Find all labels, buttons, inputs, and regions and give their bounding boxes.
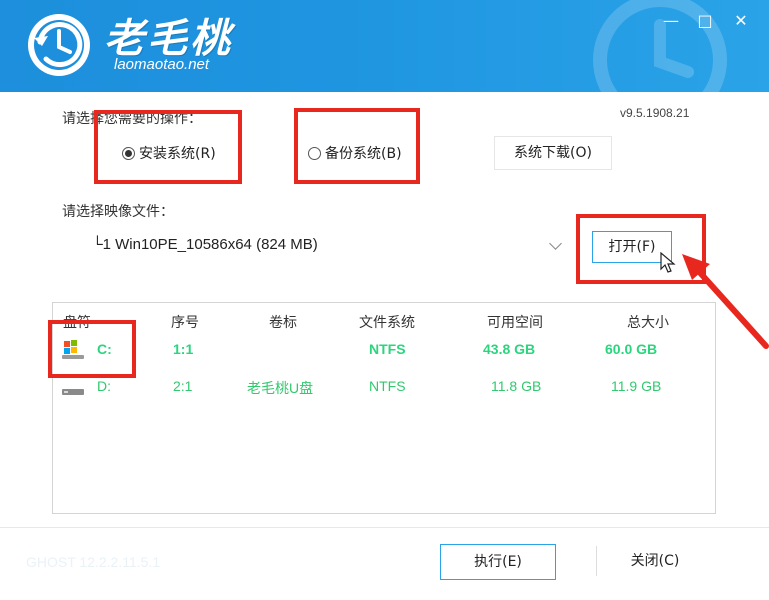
footer-separator (596, 546, 597, 576)
column-header-free-space: 可用空间 (487, 315, 543, 331)
column-header-index: 序号 (171, 315, 199, 331)
column-header-volume: 卷标 (269, 315, 297, 331)
operation-label: 请选择您需要的操作： (62, 111, 202, 127)
column-header-total-size: 总大小 (627, 315, 669, 331)
chevron-down-icon (549, 237, 562, 250)
column-header-filesystem: 文件系统 (359, 315, 415, 331)
row-d-drive[interactable]: D: (97, 378, 111, 394)
close-window-button[interactable]: ✕ (730, 10, 752, 32)
row-d-index[interactable]: 2:1 (173, 378, 192, 394)
install-system-radio[interactable]: 安装系统(R) (122, 143, 216, 163)
partition-table: 盘符 序号 卷标 文件系统 可用空间 总大小 C: 1:1 NTFS 43.8 … (52, 302, 716, 514)
image-file-value: └1 Win10PE_10586x64 (824 MB) (92, 236, 318, 253)
mouse-cursor-icon (660, 252, 676, 273)
system-download-button[interactable]: 系统下载(O) (494, 136, 612, 170)
close-button[interactable]: 关闭(C) (610, 544, 700, 578)
execute-button[interactable]: 执行(E) (440, 544, 556, 580)
row-d-volume[interactable]: 老毛桃U盘 (247, 378, 313, 398)
version-label: v9.5.1908.21 (620, 106, 690, 120)
minimize-button[interactable]: — (660, 10, 682, 32)
row-d-filesystem[interactable]: NTFS (369, 378, 406, 394)
row-d-free-space[interactable]: 11.8 GB (491, 378, 541, 394)
radio-checked-icon (122, 146, 135, 160)
row-c-total-size[interactable]: 60.0 GB (605, 341, 657, 357)
radio-unchecked-icon (308, 146, 321, 160)
logo-clock-icon (28, 14, 90, 76)
windows-drive-icon[interactable] (61, 339, 87, 361)
ghost-version-text: GHOST 12.2.2.11.5.1 (26, 554, 161, 570)
footer-divider (0, 527, 769, 528)
drive-icon[interactable] (61, 377, 87, 399)
backup-system-label: 备份系统(B) (325, 146, 402, 162)
row-c-drive[interactable]: C: (97, 341, 112, 357)
app-header: 老毛桃 laomaotao.net — □ ✕ (0, 0, 769, 92)
maximize-button[interactable]: □ (694, 10, 716, 32)
install-system-label: 安装系统(R) (139, 146, 216, 162)
row-c-index[interactable]: 1:1 (173, 341, 193, 357)
brand-url: laomaotao.net (114, 56, 210, 73)
row-c-free-space[interactable]: 43.8 GB (483, 341, 535, 357)
column-header-drive: 盘符 (63, 315, 91, 331)
backup-system-radio[interactable]: 备份系统(B) (308, 143, 402, 163)
row-c-filesystem[interactable]: NTFS (369, 341, 406, 357)
image-file-select[interactable]: └1 Win10PE_10586x64 (824 MB) (82, 228, 566, 262)
image-file-label: 请选择映像文件： (62, 204, 174, 220)
row-d-total-size[interactable]: 11.9 GB (611, 378, 661, 394)
